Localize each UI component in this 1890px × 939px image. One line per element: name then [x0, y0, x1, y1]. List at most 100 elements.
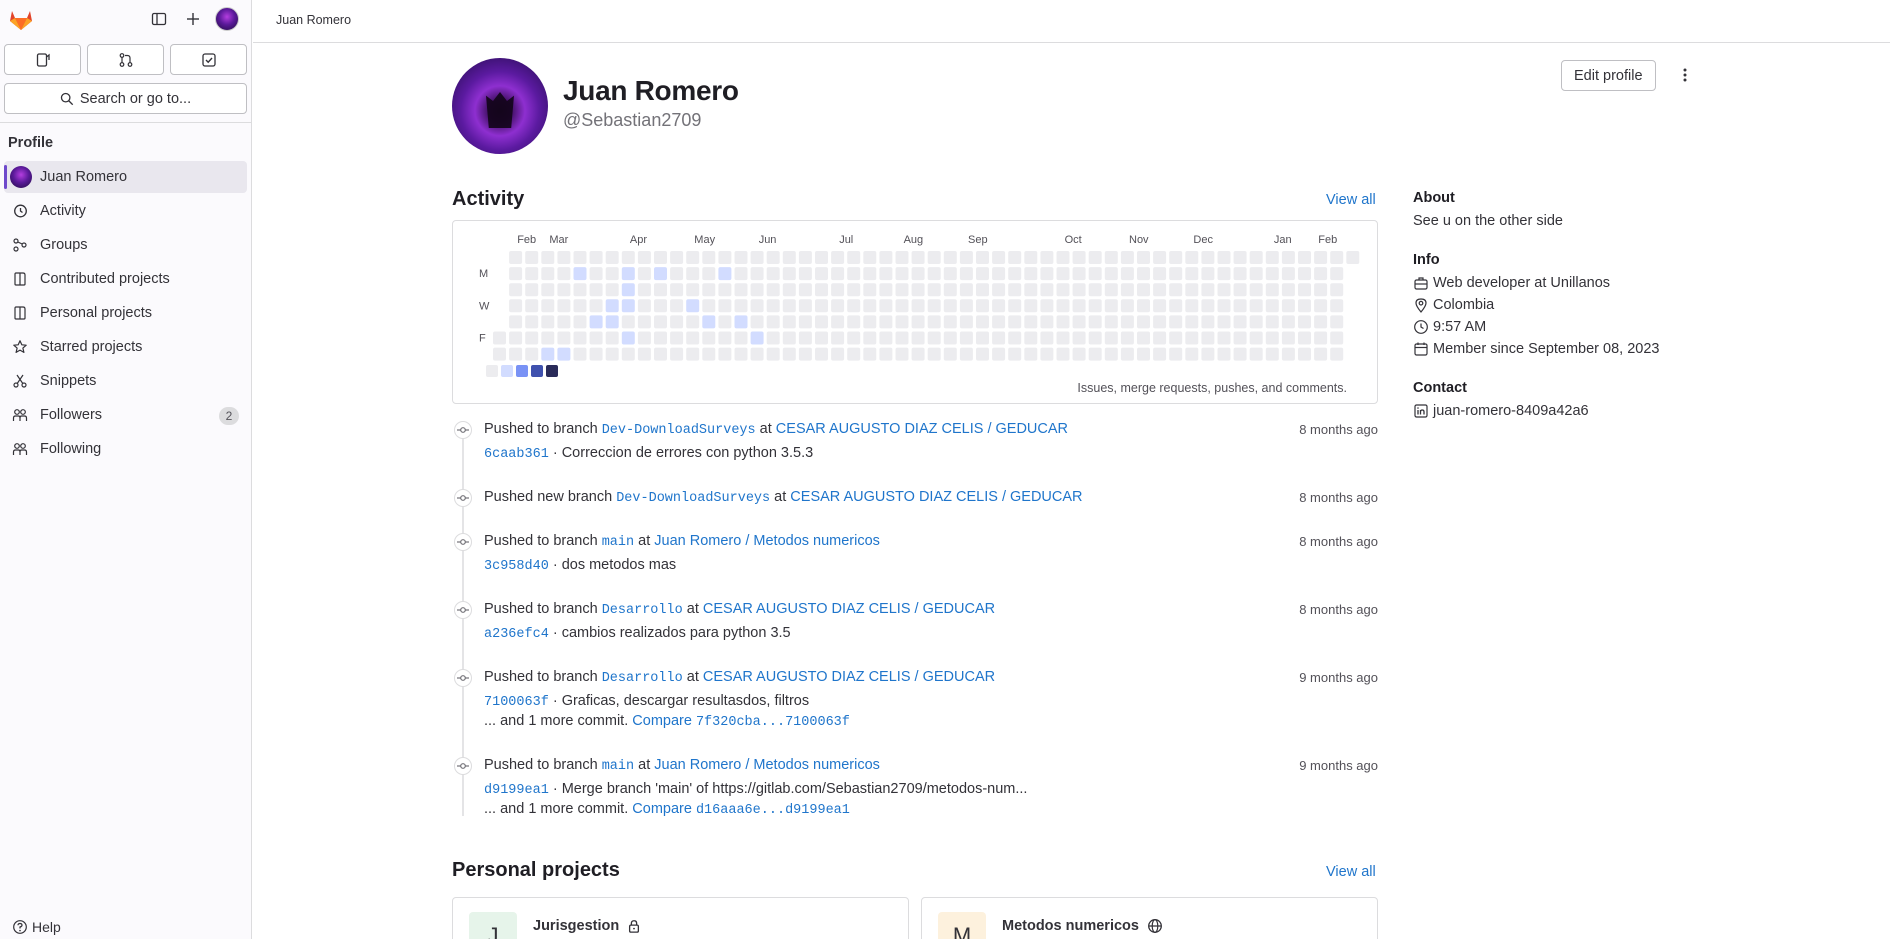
contribution-cell[interactable] [1088, 267, 1102, 281]
contribution-cell[interactable] [718, 267, 732, 281]
contribution-cell[interactable] [815, 315, 828, 329]
contribution-cell[interactable] [782, 267, 796, 281]
contribution-cell[interactable] [734, 267, 748, 281]
contact-linkedin[interactable]: juan-romero-8409a42a6 [1413, 403, 1713, 419]
contribution-cell[interactable] [1104, 315, 1118, 329]
contribution-cell[interactable] [943, 315, 957, 329]
contribution-cell[interactable] [992, 267, 1006, 281]
contribution-cell[interactable] [573, 315, 587, 329]
contribution-cell[interactable] [815, 283, 828, 297]
project-name-link[interactable]: Jurisgestion [533, 918, 641, 934]
contribution-cell[interactable] [1153, 347, 1167, 361]
contribution-cell[interactable] [654, 251, 667, 264]
contribution-cell[interactable] [1137, 283, 1150, 297]
contribution-cell[interactable] [831, 299, 845, 313]
contribution-cell[interactable] [1120, 299, 1134, 313]
contribution-cell[interactable] [1056, 347, 1070, 361]
contribution-cell[interactable] [1298, 315, 1311, 329]
contribution-cell[interactable] [621, 267, 635, 281]
sidebar-item-personal-projects[interactable]: Personal projects [4, 297, 247, 329]
contribution-cell[interactable] [670, 331, 684, 345]
contribution-cell[interactable] [1185, 347, 1199, 361]
contribution-cell[interactable] [1169, 283, 1183, 297]
contribution-cell[interactable] [766, 315, 780, 329]
contribution-cell[interactable] [702, 267, 716, 281]
contribution-cell[interactable] [1217, 267, 1231, 281]
contribution-cell[interactable] [525, 267, 539, 281]
contribution-cell[interactable] [605, 283, 619, 297]
contribution-cell[interactable] [702, 331, 716, 345]
contribution-cell[interactable] [605, 267, 619, 281]
contribution-cell[interactable] [573, 251, 587, 264]
branch-link[interactable]: main [602, 759, 634, 774]
contribution-cell[interactable] [976, 251, 989, 264]
contribution-cell[interactable] [1185, 331, 1199, 345]
branch-link[interactable]: Desarrollo [602, 603, 683, 618]
contribution-cell[interactable] [959, 315, 973, 329]
contribution-cell[interactable] [1008, 267, 1022, 281]
contribution-cell[interactable] [911, 283, 925, 297]
contribution-cell[interactable] [589, 283, 603, 297]
contribution-cell[interactable] [879, 283, 893, 297]
contribution-cell[interactable] [1008, 299, 1022, 313]
contribution-cell[interactable] [557, 283, 571, 297]
contribution-cell[interactable] [911, 251, 925, 264]
create-new-icon[interactable] [182, 8, 204, 30]
breadcrumb[interactable]: Juan Romero [276, 13, 351, 27]
contribution-cell[interactable] [879, 251, 893, 264]
contribution-cell[interactable] [879, 315, 893, 329]
contribution-cell[interactable] [831, 331, 845, 345]
contribution-cell[interactable] [1169, 347, 1183, 361]
contribution-cell[interactable] [815, 331, 828, 345]
contribution-cell[interactable] [1169, 331, 1183, 345]
contribution-cell[interactable] [1008, 251, 1022, 264]
contribution-cell[interactable] [621, 251, 635, 264]
contribution-cell[interactable] [621, 347, 635, 361]
contribution-cell[interactable] [976, 315, 989, 329]
contribution-cell[interactable] [637, 331, 651, 345]
contribution-cell[interactable] [863, 299, 877, 313]
contribution-cell[interactable] [621, 315, 635, 329]
sidebar-toggle-icon[interactable] [148, 8, 170, 30]
contribution-cell[interactable] [1298, 347, 1311, 361]
todo-button[interactable] [170, 44, 247, 75]
contribution-cell[interactable] [992, 347, 1006, 361]
contribution-cell[interactable] [1185, 315, 1199, 329]
contribution-cell[interactable] [1120, 331, 1134, 345]
sidebar-item-following[interactable]: Following [4, 433, 247, 465]
contribution-cell[interactable] [1314, 331, 1328, 345]
contribution-cell[interactable] [525, 283, 539, 297]
contribution-cell[interactable] [1024, 315, 1038, 329]
contribution-cell[interactable] [509, 267, 523, 281]
contribution-cell[interactable] [927, 251, 941, 264]
contribution-cell[interactable] [1265, 283, 1279, 297]
contribution-cell[interactable] [1137, 251, 1150, 264]
contribution-cell[interactable] [702, 299, 716, 313]
contribution-cell[interactable] [1169, 299, 1183, 313]
contribution-cell[interactable] [589, 315, 603, 329]
contribution-cell[interactable] [1056, 299, 1070, 313]
contribution-cell[interactable] [1137, 347, 1150, 361]
contribution-cell[interactable] [1201, 299, 1215, 313]
contribution-cell[interactable] [573, 331, 587, 345]
branch-link[interactable]: Desarrollo [602, 671, 683, 686]
contribution-cell[interactable] [509, 347, 523, 361]
contribution-cell[interactable] [541, 299, 555, 313]
contribution-cell[interactable] [1072, 251, 1086, 264]
contribution-cell[interactable] [943, 299, 957, 313]
contribution-cell[interactable] [654, 267, 667, 281]
contribution-cell[interactable] [637, 347, 651, 361]
contribution-cell[interactable] [637, 267, 651, 281]
contribution-cell[interactable] [847, 251, 861, 264]
contribution-cell[interactable] [525, 331, 539, 345]
contribution-cell[interactable] [670, 283, 684, 297]
contribution-cell[interactable] [509, 251, 523, 264]
contribution-cell[interactable] [1217, 251, 1231, 264]
contribution-cell[interactable] [959, 283, 973, 297]
contribution-cell[interactable] [959, 251, 973, 264]
contribution-cell[interactable] [1314, 315, 1328, 329]
commit-sha-link[interactable]: 3c958d40 [484, 559, 549, 574]
issues-button[interactable] [4, 44, 81, 75]
contribution-cell[interactable] [1281, 283, 1295, 297]
contribution-cell[interactable] [621, 331, 635, 345]
